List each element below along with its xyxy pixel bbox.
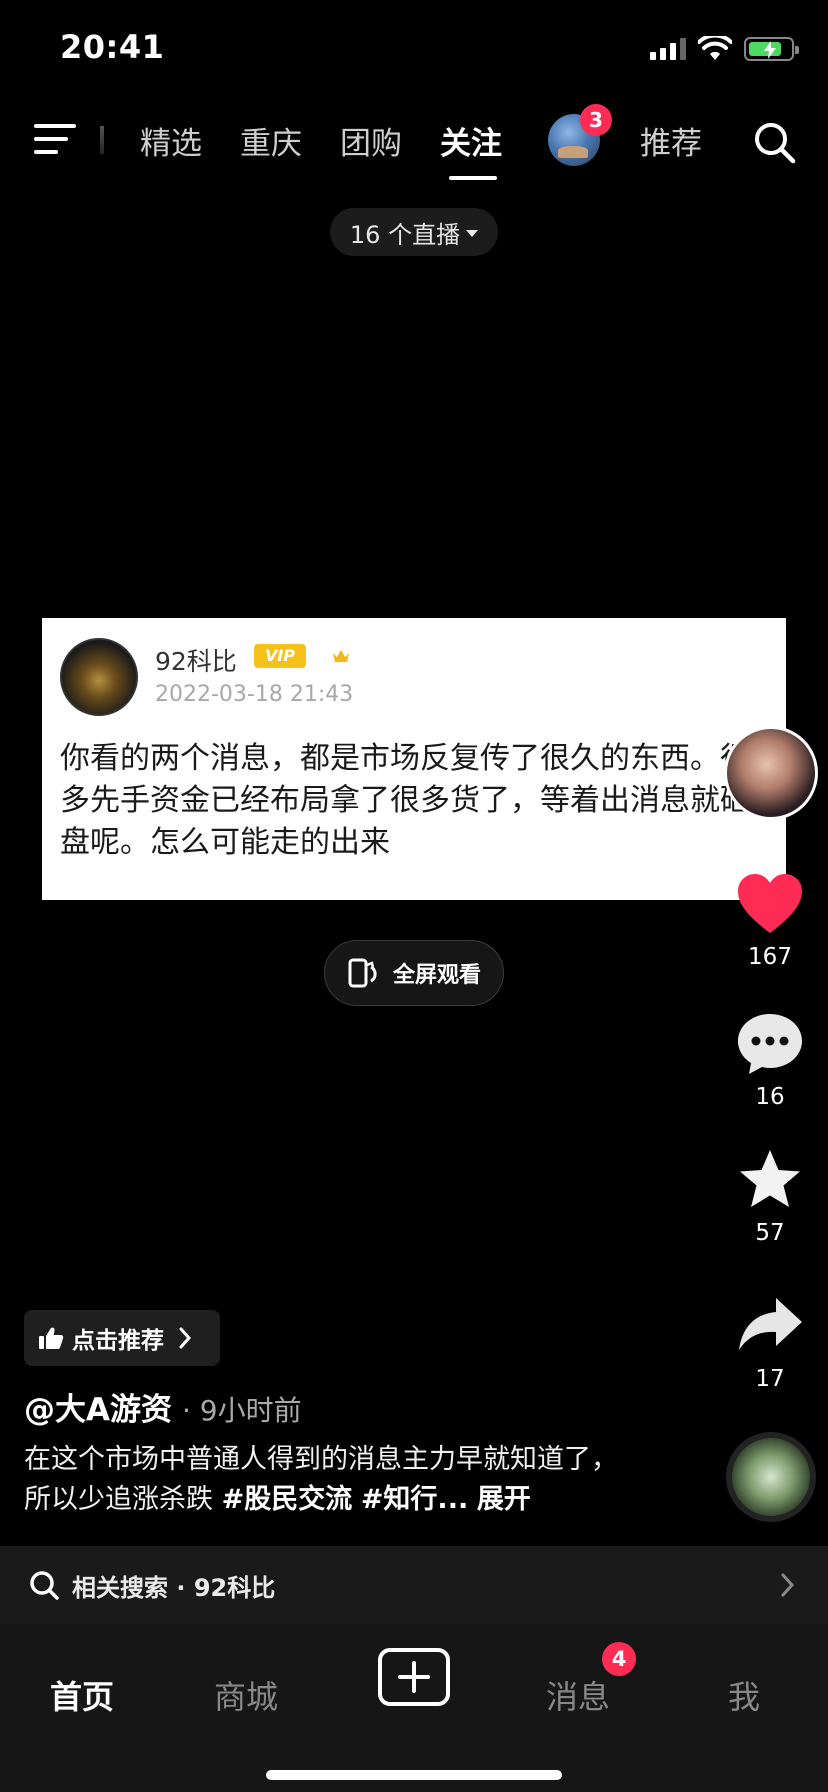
caret-down-icon xyxy=(466,229,479,237)
share-count: 17 xyxy=(755,1366,785,1392)
like-count: 167 xyxy=(748,944,792,970)
chevron-right-icon xyxy=(179,1327,192,1349)
bottom-tab-bar: 首页 商城 消息 4 我 xyxy=(0,1624,828,1792)
recommend-button[interactable]: 点击推荐 xyxy=(24,1310,220,1366)
tab-featured[interactable]: 精选 xyxy=(140,118,202,163)
status-icons xyxy=(650,36,799,62)
live-count-label: 16 个直播 xyxy=(349,220,461,249)
tab-mall[interactable]: 商城 xyxy=(214,1672,278,1718)
recommend-label: 点击推荐 xyxy=(72,1328,164,1354)
expand-caption-link[interactable]: 展开 xyxy=(477,1484,531,1515)
post-body-text: 你看的两个消息，都是市场反复传了很久的东西。很多先手资金已经布局拿了很多货了，等… xyxy=(60,741,750,860)
menu-icon[interactable] xyxy=(34,124,76,158)
crown-icon xyxy=(333,650,349,662)
fullscreen-label: 全屏观看 xyxy=(392,963,481,988)
active-tab-indicator xyxy=(449,176,497,180)
comment-action[interactable]: 16 xyxy=(730,1012,810,1110)
vip-badge: VIP xyxy=(254,644,306,668)
live-count-button[interactable]: 16 个直播 xyxy=(330,208,498,256)
share-arrow-icon xyxy=(739,1298,802,1350)
wifi-icon xyxy=(698,36,732,60)
author-line: @大A游资 · 9小时前 xyxy=(24,1384,302,1429)
thumbs-up-icon xyxy=(39,1327,64,1349)
post-author-avatar xyxy=(60,638,138,716)
comment-icon xyxy=(738,1014,802,1074)
comment-count: 16 xyxy=(755,1084,785,1110)
author-handle[interactable]: @大A游资 xyxy=(24,1392,172,1428)
hashtag-knowledge[interactable]: #知行... xyxy=(361,1484,468,1515)
related-search-bar[interactable]: 相关搜索 · 92科比 xyxy=(0,1546,828,1624)
creator-avatar[interactable] xyxy=(724,726,818,820)
tab-me[interactable]: 我 xyxy=(728,1672,760,1718)
hashtag-stock-talk[interactable]: #股民交流 xyxy=(222,1484,353,1515)
tab-home[interactable]: 首页 xyxy=(50,1672,114,1718)
post-date: 2022-03-18 21:43 xyxy=(155,682,354,707)
favorite-count: 57 xyxy=(755,1220,785,1246)
post-author-name: 92科比 xyxy=(155,647,237,676)
tab-group-buy[interactable]: 团购 xyxy=(340,118,402,163)
chevron-right-icon xyxy=(781,1573,795,1597)
post-screenshot-card: 92科比 VIP 2022-03-18 21:43 你看的两个消息，都是市场反复… xyxy=(42,618,786,900)
tab-chongqing[interactable]: 重庆 xyxy=(240,118,302,163)
create-plus-button[interactable] xyxy=(378,1648,450,1706)
search-icon[interactable] xyxy=(752,120,796,164)
related-search-label: 相关搜索 · 92科比 xyxy=(72,1573,276,1602)
home-indicator xyxy=(266,1770,562,1780)
nav-fade-edge xyxy=(100,126,104,154)
top-nav: 精选 重庆 团购 关注 3 推荐 xyxy=(0,104,828,180)
share-action[interactable]: 17 xyxy=(730,1294,810,1392)
search-icon xyxy=(30,1571,59,1600)
tab-recommend[interactable]: 推荐 xyxy=(640,118,702,163)
status-time: 20:41 xyxy=(60,28,165,66)
battery-icon xyxy=(744,37,799,61)
video-caption: 在这个市场中普通人得到的消息主力早就知道了，所以少追涨杀跌 #股民交流 #知行.… xyxy=(24,1440,644,1520)
like-action[interactable]: 167 xyxy=(730,872,810,970)
tab-messages[interactable]: 消息 xyxy=(546,1672,610,1718)
messages-badge: 4 xyxy=(602,1642,636,1676)
music-disc[interactable] xyxy=(726,1432,816,1522)
favorite-action[interactable]: 57 xyxy=(730,1148,810,1246)
post-time: · 9小时前 xyxy=(182,1394,302,1427)
rotate-screen-icon xyxy=(348,958,377,988)
heart-icon xyxy=(738,874,802,933)
star-icon xyxy=(740,1150,800,1207)
cellular-signal-icon xyxy=(650,38,686,60)
tab-following[interactable]: 关注 xyxy=(440,118,502,163)
fullscreen-button[interactable]: 全屏观看 xyxy=(324,940,504,1006)
notification-badge: 3 xyxy=(580,104,612,136)
